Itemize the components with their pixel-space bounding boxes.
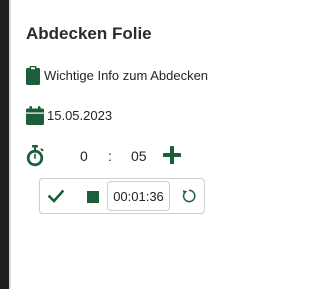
reset-icon[interactable] xyxy=(181,188,197,204)
plus-icon[interactable] xyxy=(163,146,181,164)
info-row: Wichtige Info zum Abdecken xyxy=(26,65,208,85)
calendar-icon xyxy=(26,105,44,125)
minutes-value[interactable]: 05 xyxy=(131,148,147,164)
date-row: 15.05.2023 xyxy=(26,104,112,126)
elapsed-time-field[interactable] xyxy=(107,181,170,211)
timer-controls xyxy=(39,178,205,214)
hours-value[interactable]: 0 xyxy=(80,148,88,164)
task-card: Abdecken Folie Wichtige Info zum Abdecke… xyxy=(11,0,242,289)
left-border xyxy=(0,0,9,289)
timer-input-row: 0 : 05 xyxy=(26,143,226,169)
time-separator: : xyxy=(108,148,112,164)
info-text: Wichtige Info zum Abdecken xyxy=(44,67,209,83)
stopwatch-icon xyxy=(26,145,44,167)
date-text: 15.05.2023 xyxy=(47,107,113,123)
clipboard-icon xyxy=(26,65,40,85)
card-title: Abdecken Folie xyxy=(26,24,152,43)
check-icon[interactable] xyxy=(48,188,64,204)
stop-icon[interactable] xyxy=(87,191,99,203)
